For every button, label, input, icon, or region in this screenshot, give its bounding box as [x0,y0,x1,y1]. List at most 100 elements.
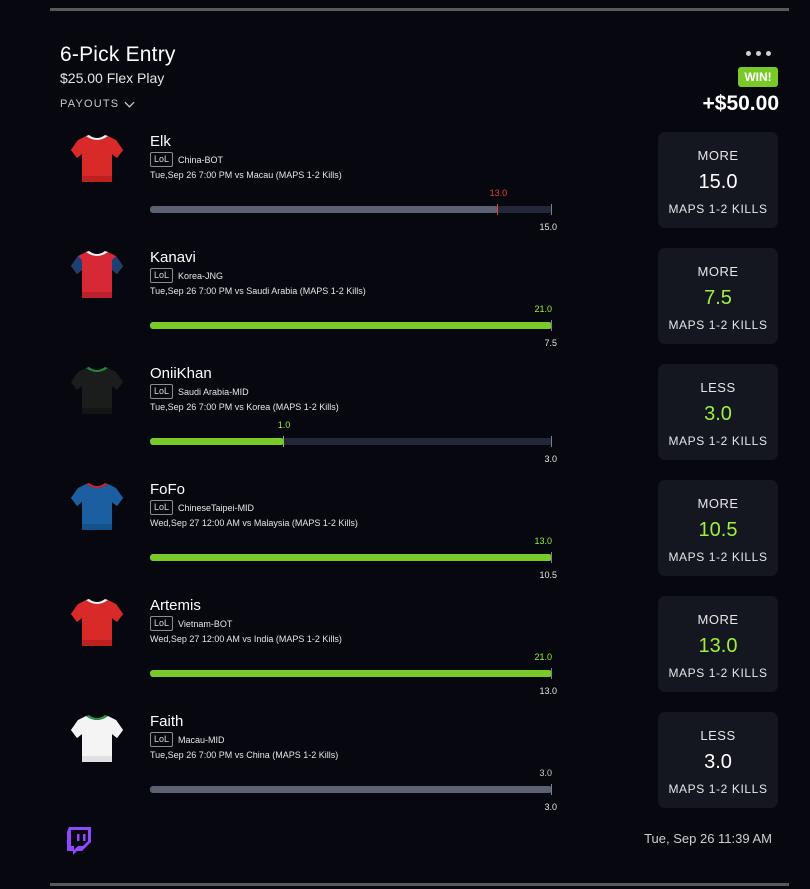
line-marker [551,552,552,563]
league-badge: LoL [150,616,174,631]
game-info: Tue,Sep 26 7:00 PM vs Macau (MAPS 1-2 Ki… [150,170,342,180]
progress-fill [150,438,284,445]
progress-fill [150,206,499,213]
player-meta: LoL Saudi Arabia-MID [150,384,249,399]
payouts-label: PAYOUTS [60,98,120,110]
line-marker [551,204,552,215]
twitch-icon[interactable] [66,826,92,856]
blue-jersey-icon [71,483,123,530]
team-position: ChineseTaipei-MID [178,502,255,513]
projection-card[interactable]: MORE 10.5 MAPS 1-2 KILLS [658,480,778,576]
game-info: Wed,Sep 27 12:00 AM vs India (MAPS 1-2 K… [150,634,342,644]
game-info: Wed,Sep 27 12:00 AM vs Malaysia (MAPS 1-… [150,518,358,528]
projection-line: 3.0 [704,751,732,773]
projection-line: 7.5 [704,287,732,309]
pick-row[interactable]: Kanavi LoL Korea-JNG Tue,Sep 26 7:00 PM … [0,248,810,348]
player-meta: LoL China-BOT [150,152,223,167]
projection-line: 10.5 [698,519,738,541]
progress-fill [150,322,552,329]
pick-direction: MORE [697,612,739,627]
progress-bar [150,668,552,679]
projection-card[interactable]: LESS 3.0 MAPS 1-2 KILLS [658,712,778,808]
pick-row[interactable]: FoFo LoL ChineseTaipei-MID Wed,Sep 27 12… [0,480,810,580]
player-meta: LoL Vietnam-BOT [150,616,232,631]
projection-card[interactable]: MORE 15.0 MAPS 1-2 KILLS [658,132,778,228]
player-meta: LoL Macau-MID [150,732,225,747]
line-value-label: 3.0 [544,802,557,812]
league-badge: LoL [150,732,174,747]
game-info: Tue,Sep 26 7:00 PM vs Korea (MAPS 1-2 Ki… [150,402,339,412]
projection-line: 3.0 [704,403,732,425]
pick-direction: LESS [700,380,736,395]
line-marker [551,320,552,331]
progress-bar [150,320,552,331]
stat-type: MAPS 1-2 KILLS [668,666,768,680]
actual-value-label: 21.0 [534,652,552,662]
entry-subtitle: $25.00 Flex Play [60,70,165,86]
line-marker [551,784,552,795]
league-badge: LoL [150,500,174,515]
line-value-label: 10.5 [539,570,557,580]
red-navy-jersey-icon [71,251,123,298]
actual-value-label: 3.0 [539,768,552,778]
progress-bar [150,204,552,215]
red-jersey-icon [71,135,123,182]
player-name: Kanavi [150,249,196,266]
pick-row[interactable]: OniiKhan LoL Saudi Arabia-MID Tue,Sep 26… [0,364,810,464]
progress-fill [150,786,552,793]
white-green-jersey-icon [71,715,123,762]
progress-bar [150,784,552,795]
pick-row[interactable]: Artemis LoL Vietnam-BOT Wed,Sep 27 12:00… [0,596,810,696]
player-meta: LoL Korea-JNG [150,268,223,283]
entry-timestamp: Tue, Sep 26 11:39 AM [644,831,772,846]
pick-direction: MORE [697,264,739,279]
actual-value-label: 21.0 [534,304,552,314]
player-name: OniiKhan [150,365,212,382]
stat-type: MAPS 1-2 KILLS [668,434,768,448]
top-divider [50,8,789,11]
stat-type: MAPS 1-2 KILLS [668,550,768,564]
actual-value-label: 13.0 [489,188,508,198]
pick-direction: MORE [697,496,739,511]
game-info: Tue,Sep 26 7:00 PM vs Saudi Arabia (MAPS… [150,286,366,296]
more-options-icon[interactable] [746,46,780,60]
player-name: Elk [150,133,171,150]
projection-line: 15.0 [698,171,738,193]
league-badge: LoL [150,384,174,399]
team-position: Macau-MID [178,734,225,745]
team-position: Vietnam-BOT [178,618,233,629]
actual-value-label: 13.0 [534,536,552,546]
league-badge: LoL [150,268,174,283]
payouts-toggle[interactable]: PAYOUTS [60,98,135,110]
entry-title: 6-Pick Entry [60,43,176,66]
bottom-divider [50,883,789,886]
pick-direction: LESS [700,728,736,743]
player-name: Faith [150,713,184,730]
projection-card[interactable]: MORE 7.5 MAPS 1-2 KILLS [658,248,778,344]
player-name: FoFo [150,481,186,498]
pick-row[interactable]: Faith LoL Macau-MID Tue,Sep 26 7:00 PM v… [0,712,810,812]
projection-card[interactable]: LESS 3.0 MAPS 1-2 KILLS [658,364,778,460]
projection-card[interactable]: MORE 13.0 MAPS 1-2 KILLS [658,596,778,692]
progress-bar [150,436,552,447]
team-position: Saudi Arabia-MID [178,386,249,397]
stat-type: MAPS 1-2 KILLS [668,318,768,332]
stat-type: MAPS 1-2 KILLS [668,782,768,796]
line-value-label: 15.0 [539,222,557,232]
stat-type: MAPS 1-2 KILLS [668,202,768,216]
line-marker [551,668,552,679]
projection-line: 13.0 [698,635,738,657]
actual-value-label: 1.0 [277,420,291,430]
line-marker [551,436,552,447]
player-name: Artemis [150,597,201,614]
pick-row[interactable]: Elk LoL China-BOT Tue,Sep 26 7:00 PM vs … [0,132,810,232]
line-value-label: 13.0 [539,686,557,696]
team-position: China-BOT [178,154,224,165]
pick-direction: MORE [697,148,739,163]
player-meta: LoL ChineseTaipei-MID [150,500,254,515]
payout-amount: +$50.00 [702,92,780,115]
league-badge: LoL [150,152,174,167]
progress-fill [150,670,552,677]
result-badge: WIN! [738,67,778,87]
actual-marker [497,204,499,215]
